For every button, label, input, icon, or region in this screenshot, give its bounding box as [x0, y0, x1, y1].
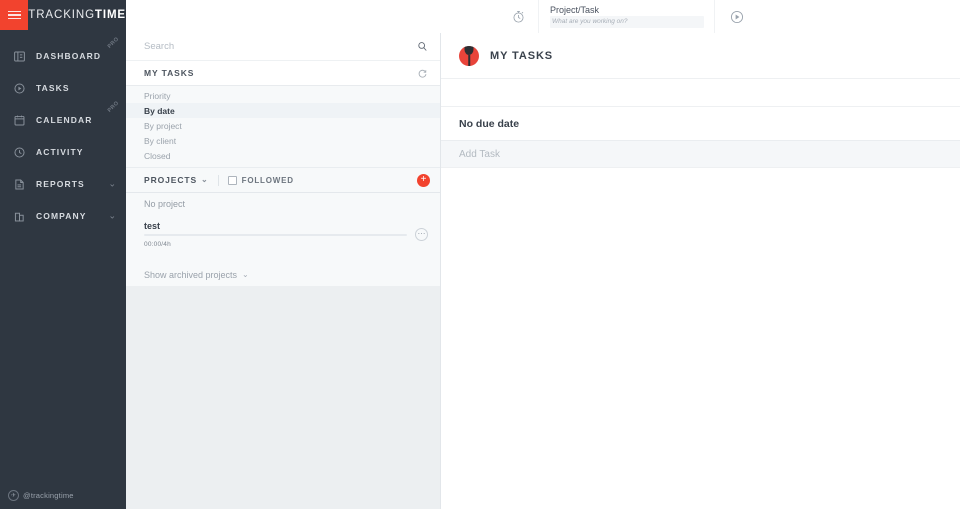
chevron-down-icon: ⌄ [201, 175, 209, 184]
due-date-label: No due date [459, 117, 520, 130]
projects-list: No project test 00:00/4h ⋯ Show archived… [126, 193, 440, 286]
followed-checkbox[interactable]: FOLLOWED [227, 175, 294, 185]
clock-icon [6, 139, 32, 165]
social-handle: @trackingtime [23, 491, 74, 500]
timer-controls: Project/Task What are you working on? [499, 0, 758, 33]
page-title: MY TASKS [490, 49, 554, 62]
calendar-icon [6, 107, 32, 133]
sidebar-social-link[interactable]: ✈ @trackingtime [0, 490, 74, 501]
due-date-group-header: No due date [441, 107, 960, 141]
chevron-down-icon: ⌄ [242, 270, 249, 279]
play-circle-icon[interactable] [714, 0, 758, 33]
sidebar-item-label: CALENDAR [36, 115, 93, 125]
timer-task-field[interactable]: Project/Task What are you working on? [539, 0, 714, 33]
main-panel: MY TASKS No due date Add Task [441, 0, 960, 509]
show-archived-projects[interactable]: Show archived projects ⌄ [126, 253, 440, 286]
brand-logo[interactable]: TRACKING TIME [28, 0, 126, 30]
timer-topbar: Project/Task What are you working on? [126, 0, 960, 33]
header-divider [217, 174, 219, 186]
project-no-project[interactable]: No project [126, 193, 440, 215]
sidebar-item-label: DASHBOARD [36, 51, 102, 61]
left-sidebar: TRACKING TIME DASHBOARD PRO TASKS CALEND… [0, 0, 126, 509]
hamburger-icon[interactable] [0, 0, 29, 30]
sidebar-item-company[interactable]: COMPANY ⌄ [0, 200, 126, 232]
sidebar-item-label: ACTIVITY [36, 147, 84, 157]
sidebar-item-dashboard[interactable]: DASHBOARD PRO [0, 36, 126, 72]
more-dots-icon[interactable]: ⋯ [415, 227, 428, 241]
main-toolbar-spacer [441, 79, 960, 107]
projects-label: PROJECTS [144, 175, 198, 185]
add-task-input[interactable]: Add Task [441, 141, 960, 168]
middle-panel-scroll: MY TASKS Priority By date By project By … [126, 33, 440, 509]
search-icon[interactable] [417, 41, 428, 52]
project-name: test [144, 221, 161, 231]
my-tasks-section-header: MY TASKS [126, 61, 440, 86]
followed-label: FOLLOWED [241, 175, 294, 185]
filter-closed[interactable]: Closed [126, 148, 440, 163]
app-root: TRACKING TIME DASHBOARD PRO TASKS CALEND… [0, 0, 960, 509]
project-progress-bar [144, 234, 407, 236]
pro-badge: PRO [106, 36, 121, 50]
filter-by-client[interactable]: By client [126, 133, 440, 148]
main-header: MY TASKS [441, 33, 960, 79]
project-row[interactable]: test 00:00/4h ⋯ [126, 215, 440, 254]
sidebar-item-calendar[interactable]: CALENDAR PRO [0, 100, 126, 136]
task-list-empty-area [441, 168, 960, 509]
stopwatch-icon[interactable] [499, 0, 539, 33]
filter-by-date[interactable]: By date [126, 103, 440, 118]
sidebar-item-label: REPORTS [36, 179, 85, 189]
show-archived-label: Show archived projects [144, 269, 238, 280]
chevron-down-icon[interactable]: ⌄ [108, 211, 116, 221]
task-filter-list: Priority By date By project By client Cl… [126, 86, 440, 167]
twitter-circle-icon: ✈ [8, 490, 19, 501]
checkbox-box [227, 175, 237, 185]
sidebar-item-label: COMPANY [36, 211, 87, 221]
brand-name-light: TRACKING [28, 9, 95, 21]
filter-by-project[interactable]: By project [126, 118, 440, 133]
project-info: test 00:00/4h [144, 221, 407, 248]
building-icon [6, 203, 32, 229]
middle-panel: MY TASKS Priority By date By project By … [126, 0, 441, 509]
projects-dropdown[interactable]: PROJECTS ⌄ [144, 175, 209, 185]
search-input[interactable] [144, 41, 417, 52]
tasks-play-icon [6, 75, 32, 101]
task-description-placeholder: What are you working on? [550, 16, 704, 28]
add-task-placeholder: Add Task [459, 148, 500, 160]
report-doc-icon [6, 171, 32, 197]
project-task-label: Project/Task [550, 5, 600, 15]
sidebar-item-activity[interactable]: ACTIVITY [0, 136, 126, 168]
sidebar-item-label: TASKS [36, 83, 70, 93]
my-tasks-label: MY TASKS [144, 68, 195, 78]
brand-name-bold: TIME [94, 9, 126, 21]
chevron-down-icon[interactable]: ⌄ [108, 179, 116, 189]
dashboard-icon [6, 43, 32, 69]
filter-priority[interactable]: Priority [126, 88, 440, 103]
refresh-icon[interactable] [417, 68, 428, 79]
sidebar-header: TRACKING TIME [0, 0, 126, 30]
add-project-button[interactable]: + [417, 173, 430, 187]
project-time: 00:00/4h [144, 240, 171, 248]
user-avatar[interactable] [459, 45, 479, 66]
projects-section-header: PROJECTS ⌄ FOLLOWED + [126, 167, 440, 193]
sidebar-nav: DASHBOARD PRO TASKS CALENDAR PRO ACTIVIT… [0, 36, 126, 232]
sidebar-item-reports[interactable]: REPORTS ⌄ [0, 168, 126, 200]
search-bar [126, 33, 440, 61]
sidebar-item-tasks[interactable]: TASKS [0, 72, 126, 104]
